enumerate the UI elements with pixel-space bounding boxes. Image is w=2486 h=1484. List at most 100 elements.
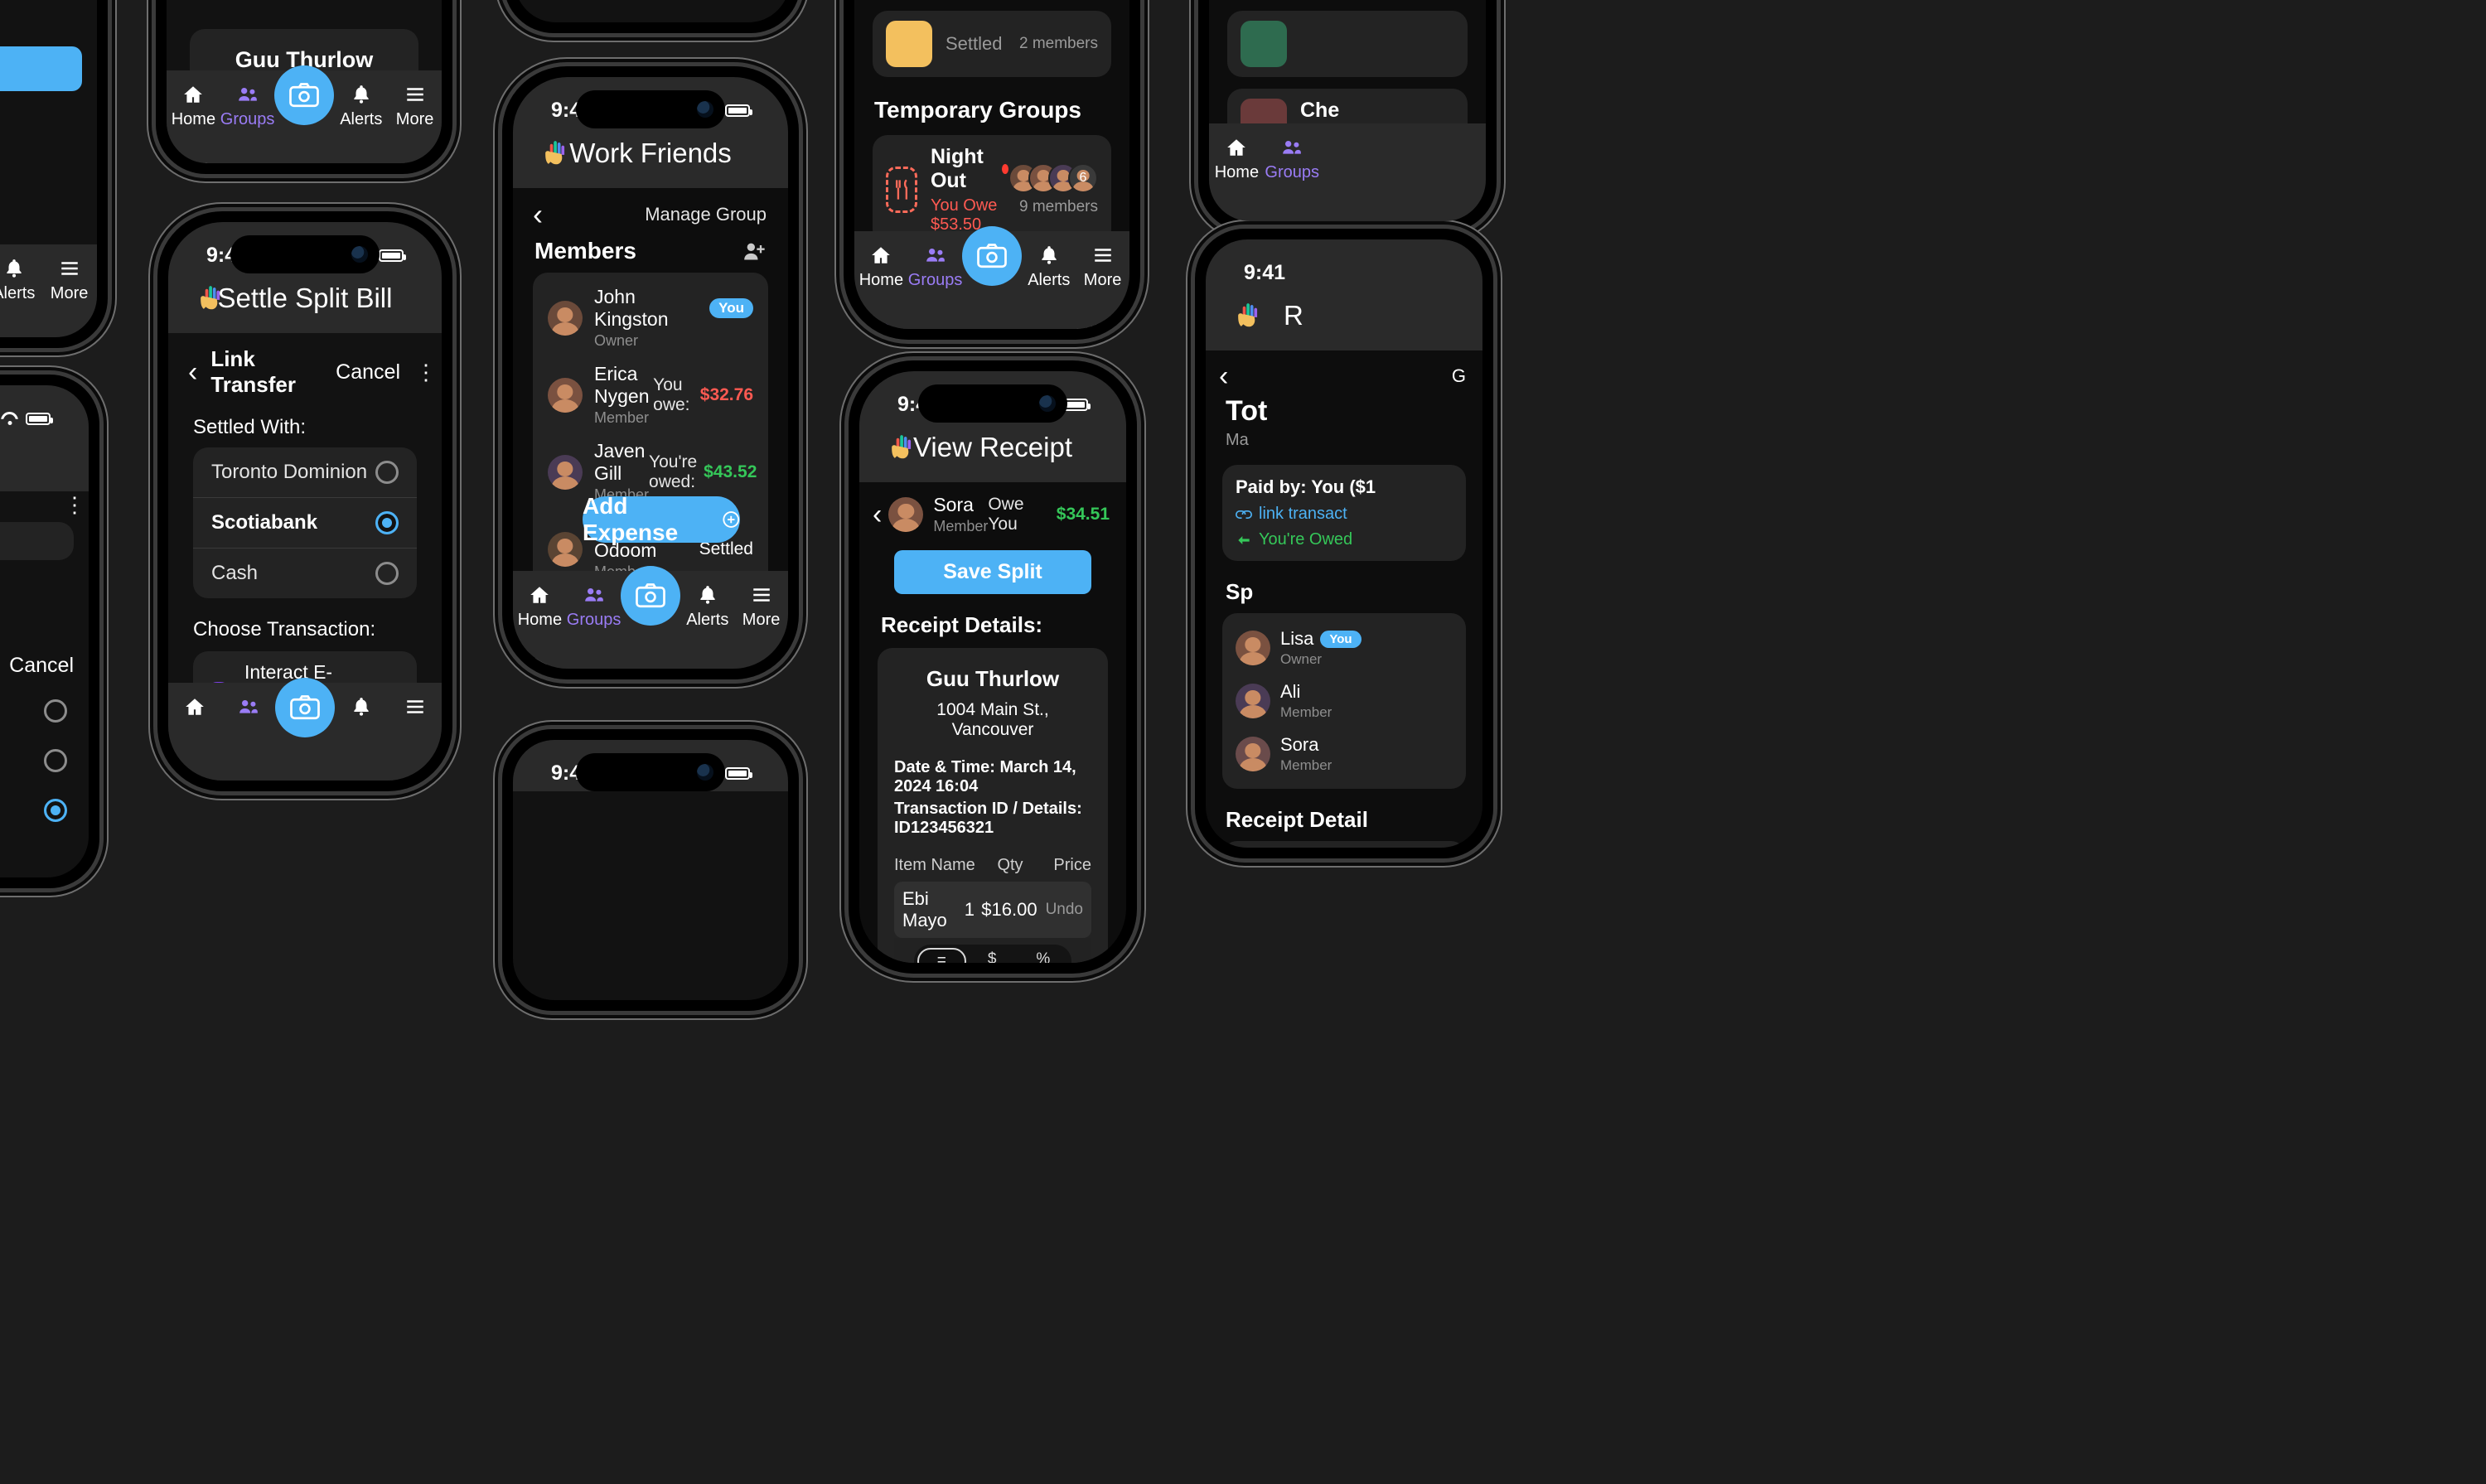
tabbar[interactable]: Home Groups <box>1209 123 1486 221</box>
bell-icon <box>1042 246 1057 264</box>
tab-home[interactable]: Home <box>1209 137 1265 182</box>
tab-label: Groups <box>220 110 275 128</box>
receipt-address: 1004 Main St., Vancouver <box>936 700 1049 739</box>
tab-camera[interactable] <box>962 226 1023 286</box>
tabbar[interactable]: Home Groups Alerts More <box>854 226 1129 329</box>
member-row[interactable]: Erica Nygen Member You owe: $32.76 <box>533 356 768 433</box>
bank-option[interactable]: Scotiabank <box>193 498 417 549</box>
tab-groups[interactable] <box>222 696 276 718</box>
camera-button[interactable] <box>274 65 335 125</box>
save-split-button[interactable]: Save Split <box>894 550 1091 594</box>
phone-left-lower: Bill ⋮ Sora $34.51 Cancel <box>0 375 99 888</box>
item-qty: 1 <box>964 899 975 920</box>
tab-home[interactable]: Home <box>513 584 567 630</box>
split-mode-dollar[interactable]: $ <box>970 948 1015 963</box>
tab-more[interactable]: More <box>41 258 97 303</box>
tabbar[interactable]: Home Groups Alerts More <box>513 566 788 669</box>
manage-group-link[interactable]: Manage Group <box>645 204 767 225</box>
tab-alerts[interactable]: Alerts <box>1022 244 1076 290</box>
tab-groups[interactable]: Groups <box>220 84 275 129</box>
tab-camera[interactable] <box>274 65 335 125</box>
column-item-name: Item Name <box>894 856 975 874</box>
tab-home[interactable] <box>168 696 222 718</box>
bank-radio[interactable] <box>375 511 399 534</box>
groups-icon <box>926 248 945 262</box>
member-row[interactable]: Ali Member <box>1222 674 1466 727</box>
person-role: Member <box>933 518 989 534</box>
cancel-button[interactable]: Cancel <box>336 360 400 384</box>
tabbar[interactable]: Home Groups Alerts More <box>167 65 442 163</box>
tab-more[interactable] <box>389 696 443 718</box>
groups-icon <box>1283 140 1302 154</box>
undo-button[interactable]: Undo <box>1046 901 1083 919</box>
split-mode-control[interactable]: = $ % <box>913 945 1072 963</box>
page-title: Bill <box>0 443 64 475</box>
bank-radio[interactable] <box>375 562 399 585</box>
radio-option-1[interactable] <box>44 699 67 723</box>
tab-groups[interactable]: Groups <box>567 584 621 630</box>
tab-alerts[interactable] <box>335 696 389 718</box>
tab-groups[interactable]: Groups <box>1265 137 1320 182</box>
tab-more[interactable]: More <box>734 584 788 630</box>
camera-button[interactable] <box>621 566 681 626</box>
home-icon <box>872 247 891 263</box>
tab-label: Home <box>1214 163 1260 181</box>
kebab-menu-icon[interactable]: ⋮ <box>415 361 437 383</box>
tab-home[interactable]: Home <box>854 244 908 290</box>
tab-more[interactable]: More <box>1076 244 1129 290</box>
primary-button[interactable] <box>0 46 82 91</box>
tab-home[interactable]: Home <box>167 84 220 129</box>
owe-amount: $34.51 <box>1056 505 1110 524</box>
tabbar[interactable]: Alerts More <box>0 244 97 337</box>
back-button[interactable]: ‹ <box>1219 362 1228 390</box>
split-members-card: Lisa You Owner Ali Member Sora Member <box>1222 613 1466 789</box>
tab-groups[interactable]: Groups <box>908 244 962 290</box>
settled-group-row[interactable]: Settled 2 members <box>873 11 1111 77</box>
member-role: Member <box>1280 704 1332 720</box>
add-expense-fab[interactable]: Add Expense <box>583 493 740 545</box>
youre-owed: You're Owed <box>1259 530 1353 549</box>
home-icon <box>530 587 549 603</box>
tab-camera[interactable] <box>275 678 335 737</box>
radio-option-2[interactable] <box>44 749 67 772</box>
camera-button[interactable] <box>275 678 335 737</box>
member-row[interactable]: Sora Member <box>1222 727 1466 781</box>
member-row[interactable]: Lisa You Owner <box>1222 621 1466 674</box>
split-mode-percent[interactable]: % <box>1018 948 1068 963</box>
camera-icon <box>289 83 320 108</box>
tab-more[interactable]: More <box>388 84 442 129</box>
tab-alerts[interactable]: Alerts <box>680 584 734 630</box>
member-role: Member <box>1280 757 1332 773</box>
link-transaction[interactable]: link transact <box>1259 505 1347 524</box>
group-members-count: 2 members <box>1018 35 1098 52</box>
front-camera-icon <box>697 764 713 781</box>
back-button[interactable]: ‹ <box>533 200 543 230</box>
back-button[interactable]: ‹ <box>188 358 197 386</box>
split-mode-equal[interactable]: = <box>917 948 966 963</box>
back-button[interactable]: ‹ <box>873 500 882 529</box>
camera-button[interactable] <box>962 226 1023 286</box>
tab-label: Alerts <box>686 611 729 629</box>
item-price: $16.00 <box>981 899 1037 920</box>
member-name: Erica Nygen <box>594 363 650 407</box>
groups-icon <box>238 87 257 101</box>
bank-radio[interactable] <box>375 461 399 484</box>
radio-option-3[interactable] <box>44 799 67 822</box>
tab-alerts[interactable]: Alerts <box>334 84 388 129</box>
add-person-icon[interactable] <box>743 241 767 261</box>
avatar <box>1236 737 1270 771</box>
kebab-menu-icon[interactable]: ⋮ <box>64 494 85 515</box>
tab-alerts[interactable]: Alerts <box>0 258 41 303</box>
cancel-button[interactable]: Cancel <box>9 654 74 678</box>
bank-option[interactable]: Cash <box>193 549 417 598</box>
member-row[interactable]: John Kingston You Owner <box>533 279 768 356</box>
home-icon <box>184 86 203 103</box>
tab-camera[interactable] <box>621 566 681 626</box>
column-price: Price <box>1053 856 1091 874</box>
bank-option[interactable]: Toronto Dominion <box>193 447 417 498</box>
tabbar[interactable] <box>168 678 443 781</box>
group-row[interactable] <box>1227 11 1468 77</box>
member-balance-label: You're owed: <box>649 452 698 491</box>
person-row[interactable]: ‹ Sora Member Owe You $34.51 <box>859 482 1126 544</box>
receipt-item-row[interactable]: Ebi Mayo 1 $16.00 Undo <box>894 882 1091 938</box>
